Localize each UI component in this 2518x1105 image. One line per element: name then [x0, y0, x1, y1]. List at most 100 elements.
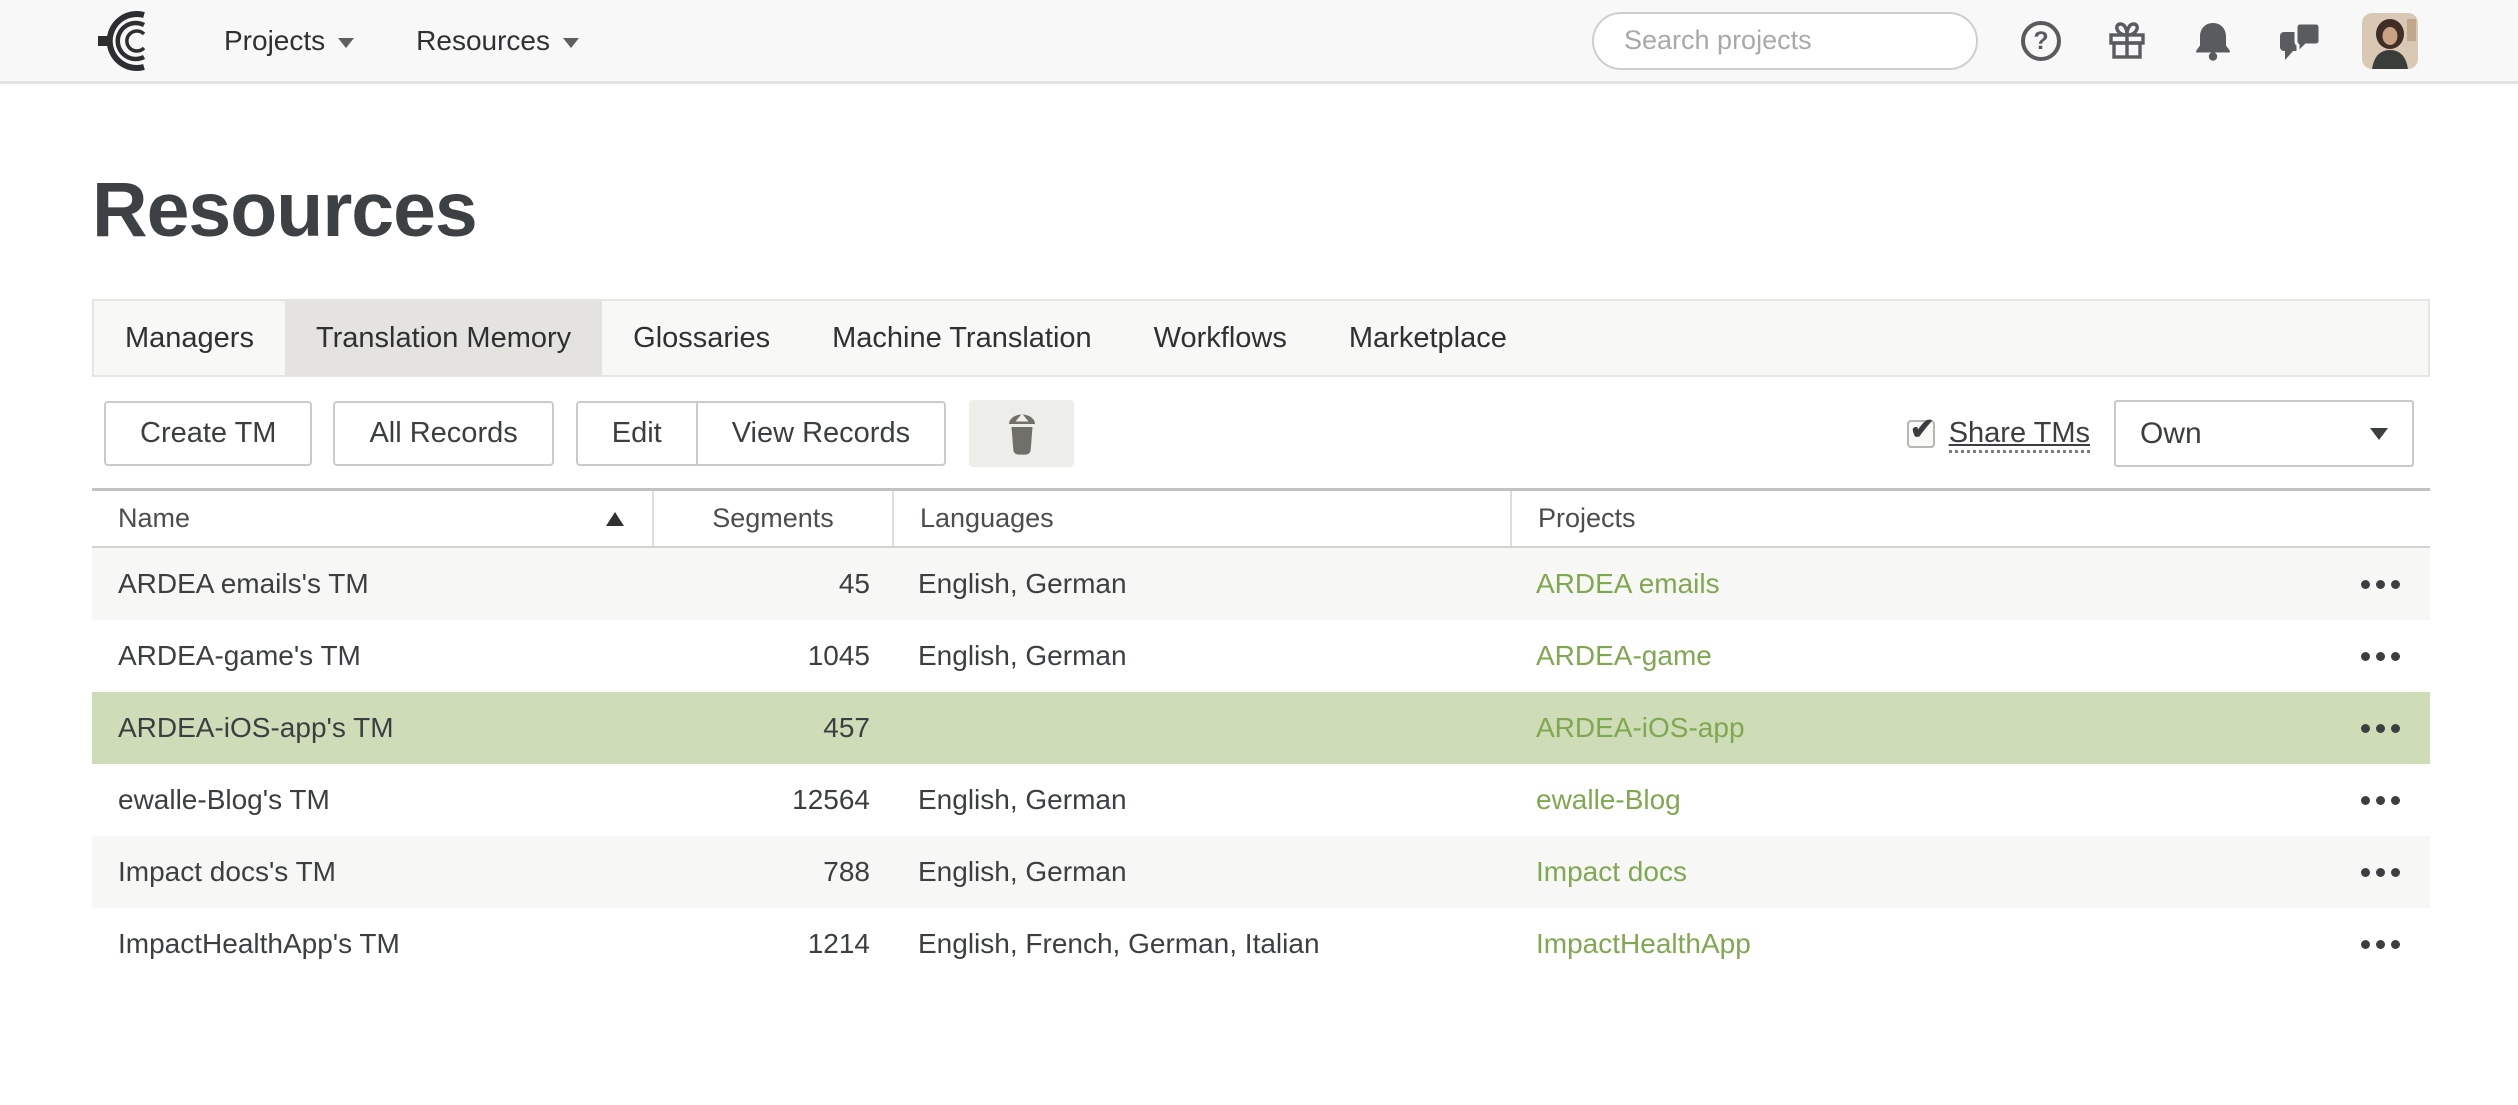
tm-name: ImpactHealthApp's TM [92, 928, 652, 960]
tm-project-cell: ARDEA-iOS-app [1510, 712, 2330, 744]
tab-machine-translation[interactable]: Machine Translation [801, 301, 1123, 375]
tm-table: Name Segments Languages Projects ARDEA e… [92, 488, 2430, 980]
view-records-button[interactable]: View Records [696, 403, 944, 464]
all-records-button[interactable]: All Records [333, 401, 553, 466]
tab-glossaries[interactable]: Glossaries [602, 301, 801, 375]
app-logo[interactable] [96, 9, 160, 73]
create-tm-button[interactable]: Create TM [104, 401, 312, 466]
tm-project-cell: ImpactHealthApp [1510, 928, 2330, 960]
row-actions-menu[interactable] [2330, 868, 2430, 877]
column-header-languages[interactable]: Languages [892, 491, 1510, 546]
ellipsis-icon [2376, 868, 2385, 877]
ellipsis-icon [2376, 940, 2385, 949]
project-link[interactable]: ARDEA-iOS-app [1536, 712, 1745, 743]
tm-name: ARDEA emails's TM [92, 568, 652, 600]
sort-ascending-icon [606, 512, 624, 526]
ellipsis-icon [2361, 580, 2370, 589]
table-row[interactable]: ewalle-Blog's TM 12564 English, German e… [92, 764, 2430, 836]
ellipsis-icon [2391, 652, 2400, 661]
ellipsis-icon [2391, 580, 2400, 589]
delete-tm-button[interactable] [969, 400, 1074, 467]
table-row[interactable]: ImpactHealthApp's TM 1214 English, Frenc… [92, 908, 2430, 980]
ellipsis-icon [2361, 724, 2370, 733]
toolbar-right: ✔ Share TMs Own [1907, 400, 2414, 467]
row-actions-menu[interactable] [2330, 796, 2430, 805]
notifications-bell-icon[interactable] [2190, 18, 2236, 64]
help-icon[interactable]: ? [2018, 18, 2064, 64]
ellipsis-icon [2391, 724, 2400, 733]
edit-button[interactable]: Edit [578, 403, 696, 464]
table-row[interactable]: ARDEA-game's TM 1045 English, German ARD… [92, 620, 2430, 692]
row-actions-menu[interactable] [2330, 940, 2430, 949]
user-avatar[interactable] [2362, 13, 2418, 69]
tm-languages: English, German [892, 856, 1510, 888]
table-header: Name Segments Languages Projects [92, 488, 2430, 548]
gift-icon[interactable] [2104, 18, 2150, 64]
tm-segments: 788 [652, 856, 892, 888]
column-header-projects[interactable]: Projects [1510, 491, 2430, 546]
topbar-right: ? [1592, 12, 2418, 70]
ellipsis-icon [2391, 940, 2400, 949]
project-link[interactable]: Impact docs [1536, 856, 1687, 887]
ellipsis-icon [2376, 652, 2385, 661]
project-link[interactable]: ARDEA emails [1536, 568, 1720, 599]
project-link[interactable]: ewalle-Blog [1536, 784, 1681, 815]
share-tms-checkbox[interactable]: ✔ [1907, 420, 1935, 448]
project-link[interactable]: ARDEA-game [1536, 640, 1712, 671]
top-bar: Projects Resources ? [0, 0, 2518, 84]
tm-languages: English, French, German, Italian [892, 928, 1510, 960]
ownership-filter-value: Own [2140, 417, 2202, 451]
row-actions-menu[interactable] [2330, 580, 2430, 589]
tab-translation-memory[interactable]: Translation Memory [285, 301, 602, 375]
row-actions-menu[interactable] [2330, 724, 2430, 733]
tm-languages: English, German [892, 640, 1510, 672]
tm-segments: 457 [652, 712, 892, 744]
nav-resources-label: Resources [416, 25, 550, 57]
page-content: Resources Managers Translation Memory Gl… [0, 166, 2518, 980]
chevron-down-icon [2370, 428, 2388, 440]
ellipsis-icon [2376, 580, 2385, 589]
share-tms-label[interactable]: Share TMs [1949, 417, 2090, 450]
tab-workflows[interactable]: Workflows [1123, 301, 1318, 375]
resources-tabbar: Managers Translation Memory Glossaries M… [92, 299, 2430, 377]
chevron-down-icon [338, 38, 354, 48]
table-row[interactable]: ARDEA emails's TM 45 English, German ARD… [92, 548, 2430, 620]
chat-icon[interactable] [2276, 18, 2322, 64]
tab-marketplace[interactable]: Marketplace [1318, 301, 1538, 375]
ellipsis-icon [2391, 796, 2400, 805]
project-link[interactable]: ImpactHealthApp [1536, 928, 1751, 959]
ellipsis-icon [2361, 940, 2370, 949]
ellipsis-icon [2391, 868, 2400, 877]
search-input[interactable] [1622, 24, 1980, 57]
tm-project-cell: ARDEA-game [1510, 640, 2330, 672]
table-row[interactable]: ARDEA-iOS-app's TM 457 ARDEA-iOS-app [92, 692, 2430, 764]
trash-icon [1002, 410, 1042, 458]
table-row[interactable]: Impact docs's TM 788 English, German Imp… [92, 836, 2430, 908]
ellipsis-icon [2361, 796, 2370, 805]
edit-view-button-group: Edit View Records [576, 401, 946, 466]
svg-text:?: ? [2033, 27, 2048, 55]
column-header-segments[interactable]: Segments [652, 491, 892, 546]
tm-segments: 1045 [652, 640, 892, 672]
tm-project-cell: ARDEA emails [1510, 568, 2330, 600]
nav-projects-label: Projects [224, 25, 325, 57]
tm-segments: 1214 [652, 928, 892, 960]
ellipsis-icon [2361, 868, 2370, 877]
nav-resources[interactable]: Resources [416, 25, 579, 57]
tm-segments: 45 [652, 568, 892, 600]
ellipsis-icon [2376, 724, 2385, 733]
tm-name: Impact docs's TM [92, 856, 652, 888]
row-actions-menu[interactable] [2330, 652, 2430, 661]
nav-projects[interactable]: Projects [224, 25, 354, 57]
tm-languages: English, German [892, 568, 1510, 600]
tm-segments: 12564 [652, 784, 892, 816]
table-body: ARDEA emails's TM 45 English, German ARD… [92, 548, 2430, 980]
page-title: Resources [92, 166, 2430, 255]
tab-managers[interactable]: Managers [94, 301, 285, 375]
ellipsis-icon [2361, 652, 2370, 661]
chevron-down-icon [563, 38, 579, 48]
column-header-name[interactable]: Name [92, 491, 652, 546]
tm-project-cell: ewalle-Blog [1510, 784, 2330, 816]
ownership-filter-select[interactable]: Own [2114, 400, 2414, 467]
tm-project-cell: Impact docs [1510, 856, 2330, 888]
